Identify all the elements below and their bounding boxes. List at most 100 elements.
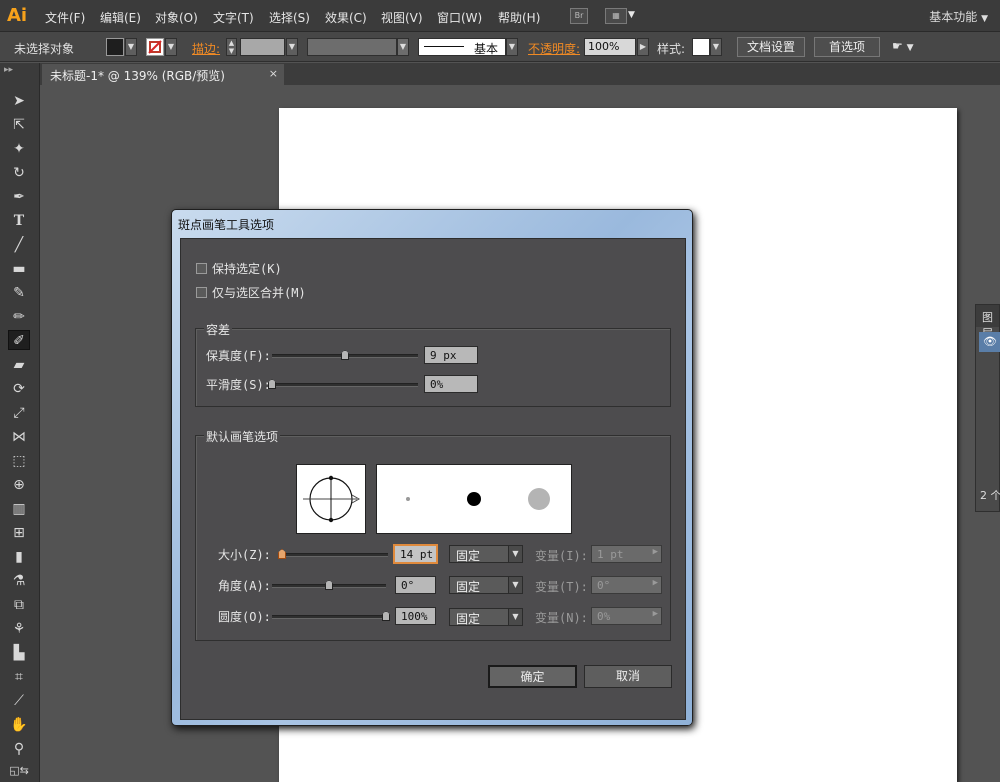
menu-select[interactable]: 选择(S) [269, 9, 310, 26]
mesh-tool-icon[interactable]: ⊞ [8, 523, 30, 543]
document-tab[interactable]: 未标题-1* @ 139% (RGB/预览) × [42, 64, 284, 85]
selection-tool-icon[interactable]: ➤ [8, 91, 30, 111]
layer-visibility-eye-icon[interactable]: 👁 [979, 332, 1000, 352]
menu-help[interactable]: 帮助(H) [498, 9, 540, 26]
chevron-right-icon: ▶ [652, 609, 658, 619]
size-input[interactable]: 14 pt [393, 544, 438, 564]
stroke-weight-stepper[interactable]: ▲ ▼ [226, 38, 237, 56]
size-mode-select[interactable]: 固定 ▼ [449, 545, 523, 563]
line-tool-icon[interactable]: ╱ [8, 235, 30, 255]
artboard-tool-icon[interactable]: ⌗ [8, 667, 30, 687]
pencil-tool-icon[interactable]: ✏ [8, 307, 30, 327]
angle-slider-thumb[interactable] [325, 580, 333, 590]
menu-edit[interactable]: 编辑(E) [100, 9, 141, 26]
zoom-tool-icon[interactable]: ⚲ [8, 739, 30, 759]
layers-panel-header[interactable]: 图层 [976, 305, 999, 340]
opacity-dropdown[interactable]: ▶ [637, 38, 649, 56]
size-variation-label: 变量(I): [535, 549, 588, 563]
lasso-tool-icon[interactable]: ↻ [8, 163, 30, 183]
variable-width-profile[interactable] [307, 38, 397, 56]
stroke-weight-input[interactable] [240, 38, 285, 56]
fill-stroke-swap-icon[interactable]: ◱⇆ [8, 761, 30, 781]
stroke-label[interactable]: 描边: [192, 40, 220, 57]
rotate-tool-icon[interactable]: ⟳ [8, 379, 30, 399]
shape-builder-tool-icon[interactable]: ⊕ [8, 475, 30, 495]
cancel-button[interactable]: 取消 [584, 665, 672, 688]
stroke-weight-dropdown[interactable]: ▼ [286, 38, 298, 56]
size-slider-track[interactable] [282, 553, 388, 557]
opacity-input[interactable]: 100% [584, 38, 636, 56]
column-graph-tool-icon[interactable]: ▙ [8, 643, 30, 663]
fill-dropdown[interactable]: ▼ [125, 38, 137, 56]
smoothness-slider-track[interactable] [272, 383, 418, 387]
roundness-slider-thumb[interactable] [382, 611, 390, 621]
bridge-icon[interactable]: Br [570, 8, 588, 24]
pen-tool-icon[interactable]: ✒ [8, 187, 30, 207]
close-icon[interactable]: × [269, 67, 278, 80]
menu-window[interactable]: 窗口(W) [437, 9, 482, 26]
control-menu-icon[interactable]: ☛ ▼ [892, 39, 914, 53]
gradient-tool-icon[interactable]: ▮ [8, 547, 30, 567]
roundness-mode-select[interactable]: 固定 ▼ [449, 608, 523, 626]
fidelity-slider-thumb[interactable] [341, 350, 349, 360]
eraser-tool-icon[interactable]: ▰ [8, 355, 30, 375]
ok-button[interactable]: 确定 [488, 665, 577, 688]
merge-selection-only-label[interactable]: 仅与选区合并(M) [212, 284, 306, 301]
stroke-dropdown[interactable]: ▼ [165, 38, 177, 56]
roundness-input[interactable]: 100% [395, 607, 436, 625]
roundness-label: 圆度(O): [218, 610, 271, 624]
direct-selection-tool-icon[interactable]: ⇱ [8, 115, 30, 135]
menu-file[interactable]: 文件(F) [45, 9, 85, 26]
brush-angle-roundness-icon [303, 475, 361, 523]
workspace-switcher[interactable]: 基本功能 ▼ [929, 8, 988, 25]
angle-input[interactable]: 0° [395, 576, 436, 594]
fill-swatch[interactable] [106, 38, 124, 56]
rectangle-tool-icon[interactable]: ▬ [8, 259, 30, 279]
width-tool-icon[interactable]: ⋈ [8, 427, 30, 447]
fidelity-input[interactable]: 9 px [424, 346, 478, 364]
merge-selection-only-checkbox[interactable] [196, 287, 207, 298]
arrange-documents-icon[interactable]: ▦ [605, 8, 627, 24]
paintbrush-tool-icon[interactable]: ✎ [8, 283, 30, 303]
variable-width-dropdown[interactable]: ▼ [397, 38, 409, 56]
slice-tool-icon[interactable]: ⟋ [8, 691, 30, 711]
menu-effect[interactable]: 效果(C) [325, 9, 367, 26]
menu-type[interactable]: 文字(T) [213, 9, 254, 26]
preferences-button[interactable]: 首选项 [814, 37, 880, 57]
fidelity-label: 保真度(F): [206, 349, 271, 363]
size-label: 大小(Z): [218, 548, 271, 562]
magic-wand-tool-icon[interactable]: ✦ [8, 139, 30, 159]
document-setup-button[interactable]: 文档设置 [737, 37, 805, 57]
chevron-down-icon[interactable]: ▼ [628, 10, 635, 20]
keep-selected-label[interactable]: 保持选定(K) [212, 260, 282, 277]
roundness-slider-track[interactable] [272, 615, 386, 619]
scale-tool-icon[interactable]: ⤢ [8, 403, 30, 423]
brush-definition[interactable]: 基本 [418, 38, 506, 56]
type-tool-icon[interactable]: T [8, 211, 30, 231]
eyedropper-tool-icon[interactable]: ⚗ [8, 571, 30, 591]
perspective-grid-tool-icon[interactable]: ▥ [8, 499, 30, 519]
symbol-sprayer-tool-icon[interactable]: ⚘ [8, 619, 30, 639]
graphic-style-dropdown[interactable]: ▼ [710, 38, 722, 56]
blend-tool-icon[interactable]: ⧉ [8, 595, 30, 615]
free-transform-tool-icon[interactable]: ⬚ [8, 451, 30, 471]
menu-object[interactable]: 对象(O) [155, 9, 198, 26]
brush-definition-dropdown[interactable]: ▼ [506, 38, 518, 56]
blob-brush-tool-icon[interactable]: ✐ [8, 330, 30, 350]
control-bar: 未选择对象 ▼ ▼ 描边: ▲ ▼ ▼ ▼ 基本 ▼ 不透明度: 100% ▶ 样… [0, 32, 1000, 62]
size-slider-thumb[interactable] [278, 549, 286, 559]
keep-selected-checkbox[interactable] [196, 263, 207, 274]
chevron-right-icon: ▶ [652, 578, 658, 588]
hand-tool-icon[interactable]: ✋ [8, 715, 30, 735]
stroke-swatch[interactable] [146, 38, 164, 56]
smoothness-input[interactable]: 0% [424, 375, 478, 393]
brush-dots-icon [406, 488, 550, 510]
angle-mode-select[interactable]: 固定 ▼ [449, 576, 523, 594]
opacity-label[interactable]: 不透明度: [528, 40, 580, 57]
panel-collapse-icon[interactable]: ▸▸ [4, 65, 13, 75]
graphic-style-swatch[interactable] [692, 38, 710, 56]
angle-variation-input: 0° ▶ [591, 576, 662, 594]
chevron-down-icon: ▼ [508, 609, 522, 625]
brush-size-preview [376, 464, 572, 534]
menu-view[interactable]: 视图(V) [381, 9, 423, 26]
